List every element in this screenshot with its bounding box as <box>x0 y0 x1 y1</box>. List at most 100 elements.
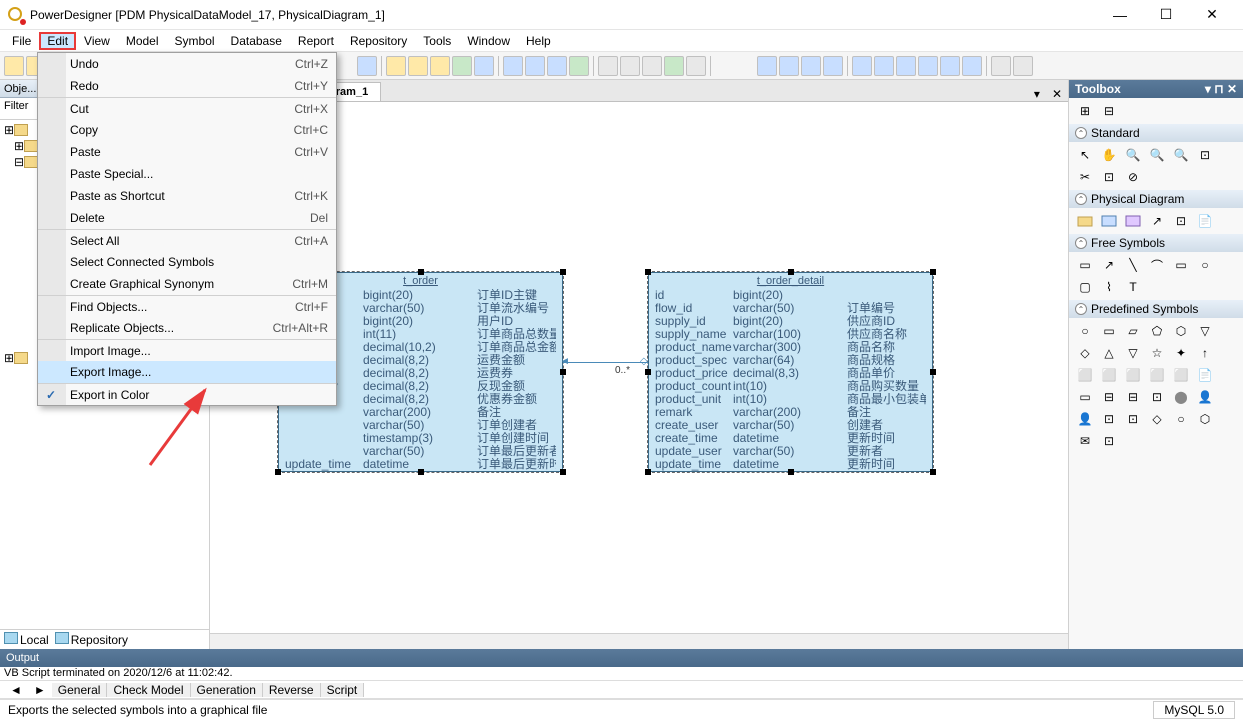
menu-help[interactable]: Help <box>518 32 559 50</box>
toolbar-btn-icon[interactable] <box>408 56 428 76</box>
tool-ellipse-icon[interactable]: ○ <box>1195 256 1215 274</box>
toolbar-btn-icon[interactable] <box>962 56 982 76</box>
menu-item-delete[interactable]: DeleteDel <box>38 207 336 229</box>
minimize-button[interactable]: — <box>1097 0 1143 30</box>
menu-report[interactable]: Report <box>290 32 342 50</box>
tool-procedure-icon[interactable]: ⊡ <box>1171 212 1191 230</box>
shape-icon[interactable]: ⬡ <box>1195 410 1215 428</box>
tool-rrect-icon[interactable]: ▢ <box>1075 278 1095 296</box>
output-tab-generation[interactable]: Generation <box>191 683 263 697</box>
menu-bar[interactable]: File Edit View Model Symbol Database Rep… <box>0 30 1243 52</box>
maximize-button[interactable]: ☐ <box>1143 0 1189 30</box>
shape-icon[interactable]: ○ <box>1075 322 1095 340</box>
shape-icon[interactable]: ☆ <box>1147 344 1167 362</box>
menu-item-redo[interactable]: RedoCtrl+Y <box>38 75 336 97</box>
menu-file[interactable]: File <box>4 32 39 50</box>
shape-icon[interactable]: ○ <box>1171 410 1191 428</box>
toolbar-btn-icon[interactable] <box>598 56 618 76</box>
tool-cut-icon[interactable]: ✂ <box>1075 168 1095 186</box>
menu-view[interactable]: View <box>76 32 118 50</box>
toolbar-btn-icon[interactable] <box>1013 56 1033 76</box>
tool-zoom-fit-icon[interactable]: 🔍 <box>1171 146 1191 164</box>
tool-zoom-icon[interactable]: ⊡ <box>1195 146 1215 164</box>
tool-file-icon[interactable]: 📄 <box>1195 212 1215 230</box>
shape-icon[interactable]: 👤 <box>1075 410 1095 428</box>
menu-tools[interactable]: Tools <box>415 32 459 50</box>
menu-database[interactable]: Database <box>223 32 290 50</box>
shape-icon[interactable]: ◇ <box>1075 344 1095 362</box>
toolbar-btn-icon[interactable] <box>430 56 450 76</box>
tool-hand-icon[interactable]: ✋ <box>1099 146 1119 164</box>
toolbar-btn-icon[interactable] <box>940 56 960 76</box>
menu-item-paste-special-[interactable]: Paste Special... <box>38 163 336 185</box>
shape-icon[interactable]: ▭ <box>1099 322 1119 340</box>
menu-item-paste-as-shortcut[interactable]: Paste as ShortcutCtrl+K <box>38 185 336 207</box>
shape-icon[interactable]: ⊡ <box>1147 388 1167 406</box>
toolbar-btn-icon[interactable] <box>452 56 472 76</box>
shape-icon[interactable]: ▽ <box>1195 322 1215 340</box>
tool-pointer-icon[interactable]: ↖ <box>1075 146 1095 164</box>
output-tab-general[interactable]: General <box>52 683 108 697</box>
menu-model[interactable]: Model <box>118 32 167 50</box>
toolbar-btn-icon[interactable] <box>569 56 589 76</box>
toolbar-btn-icon[interactable] <box>779 56 799 76</box>
toolbar-btn-icon[interactable] <box>896 56 916 76</box>
toolbar-btn-icon[interactable] <box>991 56 1011 76</box>
tool-icon[interactable]: ⊟ <box>1099 102 1119 120</box>
tool-view-icon[interactable] <box>1123 212 1143 230</box>
toolbar-btn-icon[interactable] <box>757 56 777 76</box>
shape-icon[interactable]: ⬡ <box>1171 322 1191 340</box>
tool-icon[interactable]: ⊞ <box>1075 102 1095 120</box>
shape-icon[interactable]: ◇ <box>1147 410 1167 428</box>
table-t-order-detail[interactable]: t_order_detail idbigint(20)flow_idvarcha… <box>648 272 933 472</box>
shape-icon[interactable]: △ <box>1099 344 1119 362</box>
toolbar-btn-icon[interactable] <box>474 56 494 76</box>
tool-line-icon[interactable]: ╲ <box>1123 256 1143 274</box>
shape-icon[interactable]: ✉ <box>1075 432 1095 450</box>
tool-polyline-icon[interactable]: ⌇ <box>1099 278 1119 296</box>
menu-item-copy[interactable]: CopyCtrl+C <box>38 119 336 141</box>
tool-link-icon[interactable]: ↗ <box>1099 256 1119 274</box>
toolbar-btn-icon[interactable] <box>874 56 894 76</box>
output-tab-check[interactable]: Check Model <box>107 683 190 697</box>
shape-icon[interactable]: ↑ <box>1195 344 1215 362</box>
shape-icon[interactable]: ⬜ <box>1171 366 1191 384</box>
output-tab-script[interactable]: Script <box>321 683 365 697</box>
shape-icon[interactable]: ⬜ <box>1075 366 1095 384</box>
shape-icon[interactable]: ⊡ <box>1099 432 1119 450</box>
tool-zoom-out-icon[interactable]: 🔍 <box>1147 146 1167 164</box>
tool-prop-icon[interactable]: ⊡ <box>1099 168 1119 186</box>
tool-note-icon[interactable]: ▭ <box>1075 256 1095 274</box>
shape-icon[interactable]: ▱ <box>1123 322 1143 340</box>
relation-line[interactable] <box>563 362 648 363</box>
scroll-left-icon[interactable]: ◄ <box>4 683 28 697</box>
tool-table-icon[interactable] <box>1099 212 1119 230</box>
toolbar-btn-icon[interactable] <box>918 56 938 76</box>
pin-icon[interactable]: ▾ ⊓ ✕ <box>1205 82 1237 96</box>
shape-icon[interactable]: ⬜ <box>1147 366 1167 384</box>
toolbar-btn-icon[interactable] <box>503 56 523 76</box>
diagram-canvas[interactable]: t_order bigint(20)订单ID主键varchar(50)订单流水编… <box>210 102 1068 633</box>
scroll-right-icon[interactable]: ► <box>28 683 52 697</box>
tool-text-icon[interactable]: T <box>1123 278 1143 296</box>
shape-icon[interactable]: ⊟ <box>1123 388 1143 406</box>
menu-item-select-all[interactable]: Select AllCtrl+A <box>38 229 336 251</box>
section-physical[interactable]: ⌃Physical Diagram <box>1069 190 1243 208</box>
section-predefined[interactable]: ⌃Predefined Symbols <box>1069 300 1243 318</box>
shape-icon[interactable]: 📄 <box>1195 366 1215 384</box>
shape-icon[interactable]: 👤 <box>1195 388 1215 406</box>
toolbar-btn-icon[interactable] <box>642 56 662 76</box>
tab-dropdown-icon[interactable]: ▾ <box>1028 87 1046 101</box>
toolbar-btn-icon[interactable] <box>852 56 872 76</box>
shape-icon[interactable]: ⊡ <box>1099 410 1119 428</box>
toolbar-btn-icon[interactable] <box>386 56 406 76</box>
toolbar-btn-icon[interactable] <box>525 56 545 76</box>
menu-item-export-image-[interactable]: Export Image... <box>38 361 336 383</box>
toolbar-btn-icon[interactable] <box>620 56 640 76</box>
shape-icon[interactable]: ▽ <box>1123 344 1143 362</box>
output-tab-reverse[interactable]: Reverse <box>263 683 321 697</box>
shape-icon[interactable]: ▭ <box>1075 388 1095 406</box>
shape-icon[interactable]: ⬜ <box>1123 366 1143 384</box>
menu-window[interactable]: Window <box>459 32 518 50</box>
toolbar-new-icon[interactable] <box>4 56 24 76</box>
